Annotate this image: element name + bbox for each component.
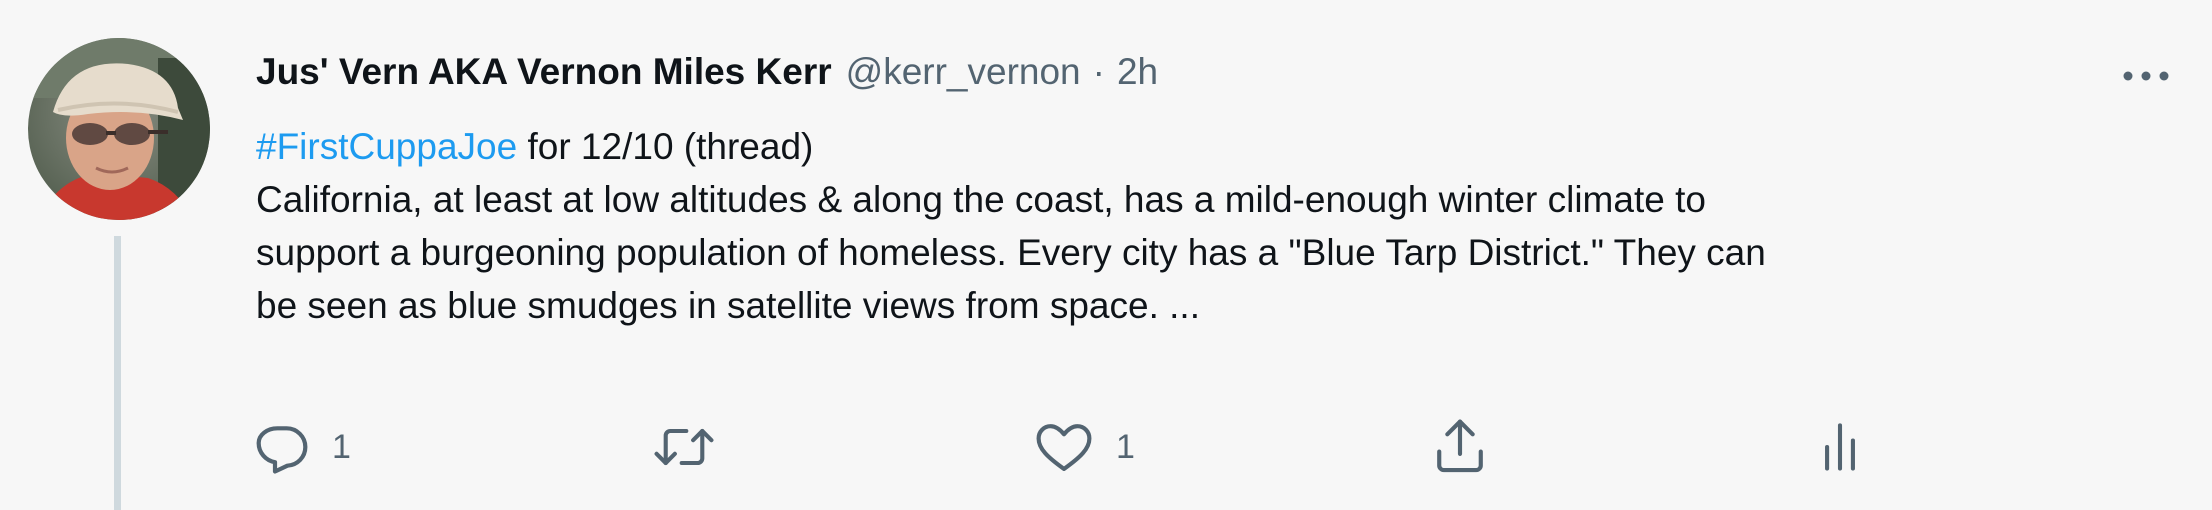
share-icon [1437,419,1483,473]
hashtag-link[interactable]: #FirstCuppaJoe [256,126,517,167]
analytics-icon [1825,423,1855,471]
author-handle[interactable]: @kerr_vernon [846,51,1081,93]
tweet-text-line: #FirstCuppaJoe for 12/10 (thread) [256,120,2156,173]
heart-icon [1036,424,1092,471]
avatar-photo [28,38,210,220]
tweet-text-line: be seen as blue smudges in satellite vie… [256,285,1200,326]
tweet-text-line: support a burgeoning population of homel… [256,232,1766,273]
retweet-icon [654,428,714,466]
retweet-button[interactable] [652,412,738,482]
avatar[interactable] [28,38,210,220]
tweet-actions: 1 1 [0,412,2212,482]
reply-icon [256,426,308,474]
more-options-button[interactable] [2118,54,2174,98]
like-count: 1 [1116,427,1135,466]
like-button[interactable]: 1 [1034,412,1135,482]
tweet-text-span: for 12/10 (thread) [517,126,814,167]
more-icon [2123,71,2169,81]
header-separator: · [1092,51,1105,92]
tweet-timestamp[interactable]: 2h [1117,51,1158,93]
reply-button[interactable]: 1 [254,412,351,482]
tweet-header: Jus' Vern AKA Vernon Miles Kerr @kerr_ve… [256,44,1158,100]
author-display-name[interactable]: Jus' Vern AKA Vernon Miles Kerr [256,51,832,93]
tweet[interactable]: Jus' Vern AKA Vernon Miles Kerr @kerr_ve… [0,0,2212,510]
tweet-text-line: California, at least at low altitudes & … [256,179,1706,220]
reply-count: 1 [332,427,351,466]
tweet-text: #FirstCuppaJoe for 12/10 (thread) Califo… [256,120,2156,332]
analytics-button[interactable] [1820,412,1882,482]
share-button[interactable] [1432,412,1510,482]
